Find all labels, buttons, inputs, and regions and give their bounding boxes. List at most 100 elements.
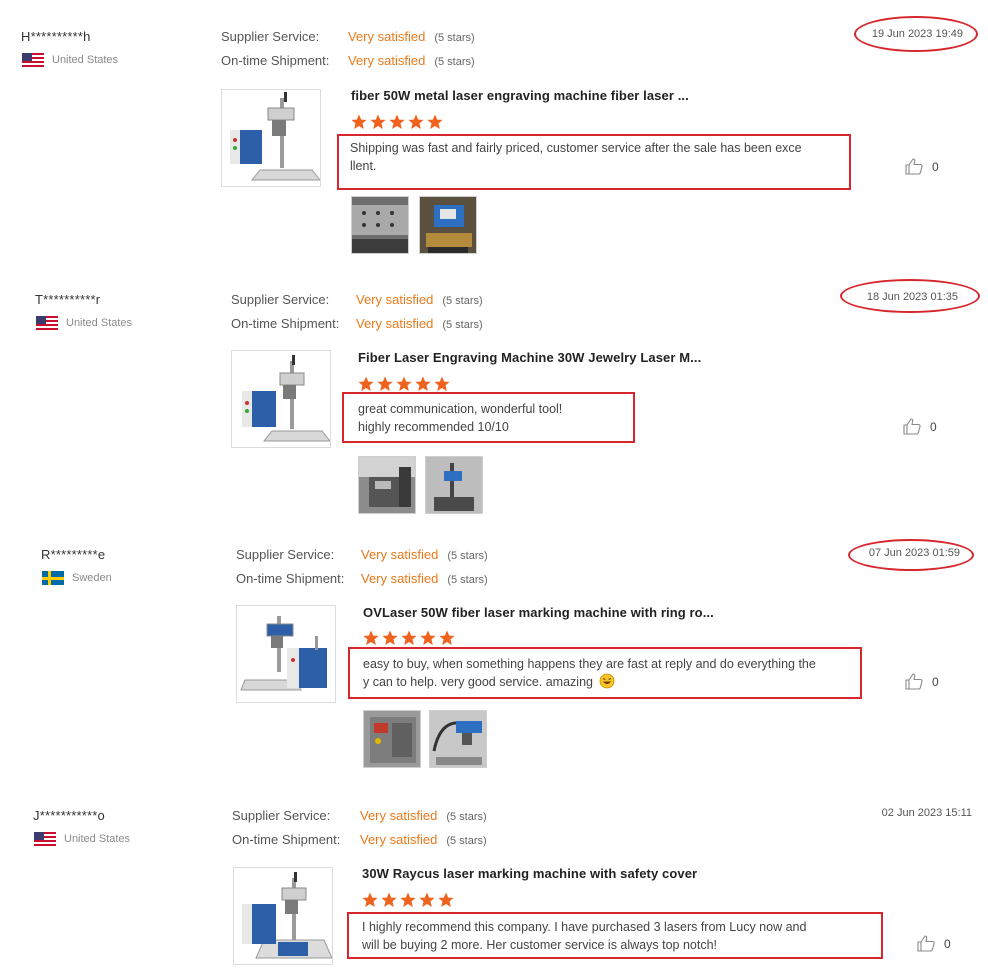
- shipment-label: On-time Shipment:: [221, 53, 330, 68]
- product-thumbnail[interactable]: [231, 350, 331, 448]
- like-count: 0: [932, 159, 939, 174]
- star-rating: [362, 892, 454, 908]
- star-icon: [358, 376, 374, 391]
- photo-image: [430, 711, 486, 767]
- review-photo[interactable]: [425, 456, 483, 514]
- reviewer-country: United States: [22, 53, 118, 67]
- shipment-value: Very satisfied: [360, 832, 438, 847]
- review-photo[interactable]: [351, 196, 409, 254]
- supplier-service-label: Supplier Service:: [236, 547, 335, 562]
- shipment-stars: (5 stars): [442, 319, 483, 331]
- shipment-rating: On-time Shipment: Very satisfied (5 star…: [232, 832, 487, 847]
- sweden-flag-icon: [42, 571, 64, 585]
- shipment-label: On-time Shipment:: [236, 571, 345, 586]
- supplier-service-value: Very satisfied: [356, 292, 434, 307]
- shipment-stars: (5 stars): [434, 56, 475, 68]
- reviewer-country: United States: [34, 832, 130, 846]
- star-icon: [351, 114, 367, 129]
- shipment-stars: (5 stars): [446, 835, 487, 847]
- review-item: H**********h United States Supplier Serv…: [0, 0, 988, 265]
- star-icon: [396, 376, 412, 391]
- reviewer-name: J***********o: [33, 808, 105, 823]
- star-icon: [363, 630, 379, 645]
- review-photo[interactable]: [429, 710, 487, 768]
- shipment-stars: (5 stars): [447, 574, 488, 586]
- star-icon: [400, 892, 416, 907]
- review-item: T**********r United States Supplier Serv…: [0, 265, 988, 525]
- product-thumbnail[interactable]: [221, 89, 321, 187]
- star-icon: [362, 892, 378, 907]
- country-label: United States: [66, 317, 133, 329]
- shipment-value: Very satisfied: [356, 316, 434, 331]
- star-rating: [363, 630, 455, 646]
- supplier-service-label: Supplier Service:: [221, 29, 320, 44]
- star-rating: [351, 114, 443, 130]
- like-button[interactable]: 0: [905, 158, 939, 175]
- star-icon: [434, 376, 450, 391]
- product-title[interactable]: Fiber Laser Engraving Machine 30W Jewelr…: [358, 350, 701, 365]
- supplier-service-rating: Supplier Service: Very satisfied (5 star…: [231, 292, 483, 307]
- review-date: 02 Jun 2023 15:11: [881, 807, 972, 819]
- laser-machine-image: [242, 872, 332, 959]
- text-annotation-box: [347, 912, 883, 959]
- like-count: 0: [932, 674, 939, 689]
- photo-image: [420, 197, 476, 253]
- star-rating: [358, 376, 450, 392]
- review-item: J***********o United States Supplier Ser…: [0, 785, 988, 979]
- star-icon: [381, 892, 397, 907]
- date-annotation-circle: [854, 16, 978, 52]
- star-icon: [438, 892, 454, 907]
- reviewer-name: R*********e: [41, 547, 106, 562]
- reviewer-name: H**********h: [21, 29, 91, 44]
- us-flag-icon: [36, 316, 58, 330]
- thumbs-up-icon: [905, 158, 923, 175]
- shipment-label: On-time Shipment:: [231, 316, 340, 331]
- star-icon: [439, 630, 455, 645]
- like-button[interactable]: 0: [917, 935, 951, 952]
- supplier-service-rating: Supplier Service: Very satisfied (5 star…: [221, 29, 475, 44]
- product-title[interactable]: OVLaser 50W fiber laser marking machine …: [363, 605, 714, 620]
- shipment-rating: On-time Shipment: Very satisfied (5 star…: [231, 316, 483, 331]
- photo-image: [352, 197, 408, 253]
- like-button[interactable]: 0: [905, 673, 939, 690]
- laser-machine-image: [242, 355, 330, 442]
- star-icon: [415, 376, 431, 391]
- shipment-label: On-time Shipment:: [232, 832, 341, 847]
- product-thumbnail[interactable]: [236, 605, 336, 703]
- supplier-service-rating: Supplier Service: Very satisfied (5 star…: [232, 808, 487, 823]
- supplier-service-value: Very satisfied: [360, 808, 438, 823]
- supplier-service-value: Very satisfied: [361, 547, 439, 562]
- product-title[interactable]: fiber 50W metal laser engraving machine …: [351, 88, 689, 103]
- star-icon: [401, 630, 417, 645]
- star-icon: [427, 114, 443, 129]
- review-photo[interactable]: [358, 456, 416, 514]
- text-annotation-box: [348, 647, 862, 699]
- review-photo[interactable]: [419, 196, 477, 254]
- star-icon: [370, 114, 386, 129]
- supplier-service-stars: (5 stars): [434, 32, 475, 44]
- thumbs-up-icon: [917, 935, 935, 952]
- thumbs-up-icon: [903, 418, 921, 435]
- shipment-value: Very satisfied: [361, 571, 439, 586]
- us-flag-icon: [22, 53, 44, 67]
- photo-image: [364, 711, 420, 767]
- country-label: United States: [64, 833, 131, 845]
- star-icon: [377, 376, 393, 391]
- supplier-service-stars: (5 stars): [446, 811, 487, 823]
- review-photo[interactable]: [363, 710, 421, 768]
- shipment-rating: On-time Shipment: Very satisfied (5 star…: [236, 571, 488, 586]
- shipment-value: Very satisfied: [348, 53, 426, 68]
- star-icon: [420, 630, 436, 645]
- product-title[interactable]: 30W Raycus laser marking machine with sa…: [362, 866, 697, 881]
- text-annotation-box: [342, 392, 635, 443]
- photo-image: [359, 457, 415, 513]
- reviewer-country: Sweden: [42, 571, 112, 585]
- star-icon: [389, 114, 405, 129]
- product-thumbnail[interactable]: [233, 867, 333, 965]
- date-annotation-circle: [840, 279, 980, 313]
- like-button[interactable]: 0: [903, 418, 937, 435]
- like-count: 0: [944, 936, 951, 951]
- star-icon: [419, 892, 435, 907]
- star-icon: [382, 630, 398, 645]
- star-icon: [408, 114, 424, 129]
